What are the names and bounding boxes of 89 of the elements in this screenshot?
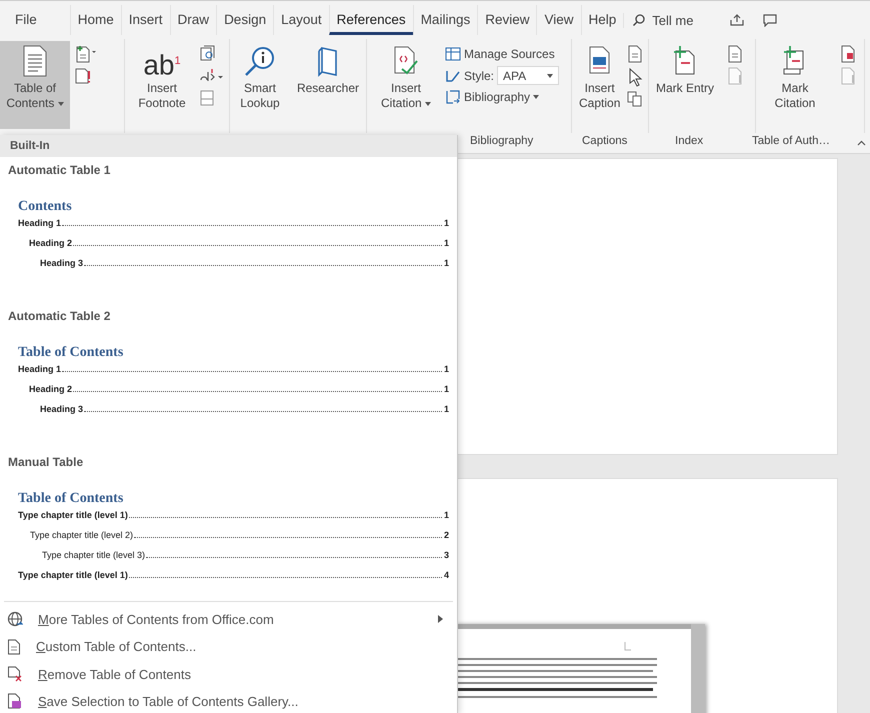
mark-entry-button[interactable]: Mark Entry — [653, 41, 718, 129]
show-notes-icon[interactable] — [199, 89, 215, 107]
menu-item[interactable]: More Tables of Contents from Office.com — [0, 606, 457, 634]
tell-me-text: Tell me — [652, 12, 694, 28]
style-dropdown[interactable]: APA — [497, 66, 560, 85]
toc-entry-text: Heading 3 — [40, 258, 84, 268]
gallery-section-title: Automatic Table 2 — [8, 308, 112, 323]
gallery-section-title: Manual Table — [8, 454, 84, 469]
group-label: Table of Auth… — [752, 135, 830, 147]
endnote-icon[interactable] — [199, 45, 217, 63]
menu-item[interactable]: Custom Table of Contents... — [0, 633, 457, 660]
globe-icon — [7, 611, 23, 628]
toc-entry-text: Type chapter title (level 2) — [30, 530, 134, 540]
mark-citation-button[interactable]: Mark Citation — [760, 41, 830, 129]
collapse-ribbon-icon[interactable] — [857, 140, 866, 146]
caret-icon — [425, 102, 432, 106]
caret-icon — [58, 102, 64, 106]
comment-icon[interactable] — [763, 14, 778, 26]
caret-icon — [533, 95, 540, 99]
toc-entry-text: Heading 2 — [29, 238, 72, 248]
gallery-header: Built-In — [0, 135, 457, 157]
add-text-icon[interactable] — [74, 45, 96, 63]
ribbon-tab[interactable]: Draw — [170, 5, 216, 35]
menu-item-label: Custom Table of Contents... — [36, 639, 196, 654]
ribbon-tab[interactable]: Help — [580, 5, 624, 35]
page-number: 1 — [443, 238, 449, 248]
ribbon-tab[interactable]: Review — [477, 5, 536, 35]
table-authorities-icon[interactable] — [840, 45, 856, 63]
share-icon[interactable] — [729, 13, 746, 27]
page-number: 4 — [443, 570, 449, 580]
toc-entry-text: Heading 1 — [18, 364, 62, 374]
group-label: Bibliography — [470, 135, 534, 147]
toc-entry-text: Type chapter title (level 3) — [42, 550, 146, 560]
researcher-button[interactable]: Researcher — [294, 41, 362, 129]
ribbon-tab[interactable]: View — [536, 5, 581, 35]
menu-item-label: Save Selection to Table of Contents Gallery... — [38, 694, 298, 709]
document-remove-icon — [7, 666, 23, 682]
bibliography-button[interactable]: Bibliography — [445, 88, 560, 106]
manage-sources-button[interactable]: Manage Sources — [445, 45, 560, 63]
toc-heading: Contents — [18, 199, 73, 215]
toc-heading: Table of Contents — [18, 344, 124, 361]
style-label: Style: — [464, 68, 494, 82]
menu-item-label: Remove Table of Contents — [38, 666, 191, 682]
page-number: 1 — [443, 404, 449, 414]
cross-reference-icon[interactable] — [627, 91, 644, 107]
gallery-section-title: Automatic Table 1 — [8, 163, 112, 177]
search-icon — [242, 45, 277, 77]
table-figures-icon[interactable] — [627, 45, 644, 63]
ribbon-tab[interactable]: File — [8, 5, 44, 35]
table-of-contents-button[interactable]: Table of Contents — [0, 41, 70, 129]
ribbon-tab[interactable]: Home — [70, 5, 121, 35]
menu-item-label: More Tables of Contents from Office.com — [38, 612, 274, 627]
toc-entry-text: Type chapter title (level 1) — [18, 510, 128, 520]
search-icon — [632, 13, 646, 27]
toc-entry-text: Heading 3 — [40, 404, 84, 414]
ribbon-tab[interactable]: Insert — [120, 5, 170, 35]
caret-icon — [547, 74, 554, 78]
page-number: 1 — [443, 384, 449, 394]
page-number: 1 — [443, 510, 449, 520]
toc-entry-text: Heading 1 — [18, 218, 62, 228]
ribbon-tab[interactable]: Design — [216, 5, 274, 35]
insert-caption-button[interactable]: Insert Caption — [576, 41, 624, 129]
page-number: 3 — [443, 550, 449, 560]
menu-item[interactable]: Remove Table of Contents — [0, 660, 457, 688]
document-save-icon — [7, 693, 23, 710]
toc-heading: Table of Contents — [18, 490, 124, 507]
page-number: 1 — [443, 218, 449, 228]
document-list-icon — [21, 45, 49, 77]
ribbon-tab[interactable]: References — [328, 5, 413, 35]
page-number: 1 — [443, 364, 449, 374]
smart-lookup-button[interactable]: Smart Lookup — [234, 41, 286, 129]
toc-entry-text: Type chapter title (level 1) — [18, 570, 128, 580]
ribbon-tab[interactable]: Mailings — [412, 5, 478, 35]
toc-entry-text: Heading 2 — [29, 384, 72, 394]
book-arrow-icon — [445, 90, 461, 104]
insert-footnote-button[interactable]: ab$^{1}$ Insert Footnote — [129, 41, 195, 129]
tell-me-field[interactable]: Tell me — [623, 12, 702, 28]
footnote-icon: ab$^{1}$ — [143, 45, 181, 77]
menu-item[interactable]: Save Selection to Table of Contents Gallery... — [0, 688, 457, 713]
group-label: Captions — [582, 135, 628, 147]
insert-index-icon[interactable] — [727, 45, 744, 63]
group-label: Index — [675, 135, 704, 147]
pen-icon — [445, 68, 461, 82]
table-icon — [445, 47, 461, 61]
page-number: 2 — [443, 530, 449, 540]
ribbon-tab[interactable]: Layout — [273, 5, 329, 35]
document-icon — [7, 638, 21, 655]
page-number: 1 — [443, 258, 449, 268]
insert-citation-button[interactable]: Insert Citation — [371, 41, 441, 129]
